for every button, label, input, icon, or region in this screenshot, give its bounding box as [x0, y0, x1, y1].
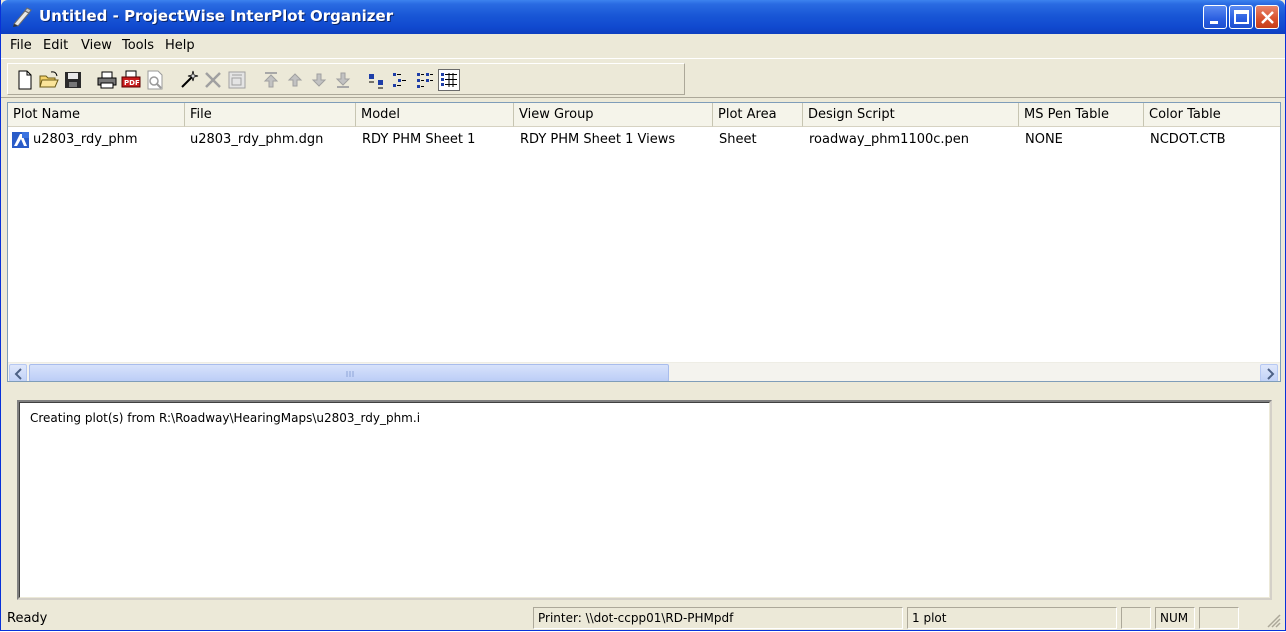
cell-ms-pen-table: NONE	[1025, 132, 1063, 147]
cell-view-group: RDY PHM Sheet 1 Views	[520, 132, 676, 147]
plot-list[interactable]: Plot Name File Model View Group Plot Are…	[7, 102, 1281, 382]
menu-help[interactable]: Help	[165, 38, 195, 53]
toolbar-band: PDF	[7, 63, 685, 95]
scroll-thumb[interactable]	[29, 364, 669, 381]
cell-file: u2803_rdy_phm.dgn	[190, 132, 324, 147]
status-plot-count: 1 plot	[907, 607, 1117, 629]
col-design-script[interactable]: Design Script	[803, 103, 1019, 127]
scroll-right-button[interactable]	[1260, 364, 1278, 381]
close-button[interactable]	[1255, 5, 1279, 29]
move-bottom-icon[interactable]	[332, 69, 354, 91]
properties-icon[interactable]	[226, 69, 248, 91]
status-num: NUM	[1155, 607, 1195, 629]
new-icon[interactable]	[14, 69, 36, 91]
cell-design-script: roadway_phm1100c.pen	[809, 132, 970, 147]
plot-icon	[12, 131, 30, 149]
minimize-button[interactable]	[1203, 5, 1227, 29]
cell-plot-name: u2803_rdy_phm	[33, 132, 138, 147]
status-ready: Ready	[7, 611, 48, 626]
status-bar: Ready Printer: \\dot-ccpp01\RD-PHMpdf 1 …	[1, 604, 1285, 630]
maximize-button[interactable]	[1229, 5, 1253, 29]
move-up-icon[interactable]	[284, 69, 306, 91]
print-icon[interactable]	[96, 69, 118, 91]
scroll-left-button[interactable]	[9, 364, 27, 381]
pdf-icon[interactable]: PDF	[120, 69, 142, 91]
status-empty-pane-2	[1199, 607, 1239, 629]
cell-plot-area: Sheet	[719, 132, 757, 147]
menu-bar: File Edit View Tools Help	[1, 34, 1285, 58]
preview-icon[interactable]	[144, 69, 166, 91]
save-icon[interactable]	[62, 69, 84, 91]
menu-edit[interactable]: Edit	[43, 38, 68, 53]
output-pane[interactable]: Creating plot(s) from R:\Roadway\Hearing…	[17, 400, 1272, 600]
cell-color-table: NCDOT.CTB	[1150, 132, 1226, 147]
window-title: Untitled - ProjectWise InterPlot Organiz…	[39, 7, 394, 25]
menu-file[interactable]: File	[10, 38, 32, 53]
delete-icon[interactable]	[202, 69, 224, 91]
col-view-group[interactable]: View Group	[514, 103, 713, 127]
output-message: Creating plot(s) from R:\Roadway\Hearing…	[30, 411, 421, 425]
menu-view[interactable]: View	[81, 38, 112, 53]
toolbar: PDF	[1, 58, 1285, 98]
list-icon[interactable]	[414, 69, 436, 91]
title-bar[interactable]: Untitled - ProjectWise InterPlot Organiz…	[1, 0, 1285, 34]
horizontal-scrollbar[interactable]	[8, 362, 1280, 381]
output-frame: Creating plot(s) from R:\Roadway\Hearing…	[19, 402, 1270, 598]
col-color-table[interactable]: Color Table	[1144, 103, 1280, 127]
col-file[interactable]: File	[185, 103, 356, 127]
wand-icon[interactable]	[178, 69, 200, 91]
cell-model: RDY PHM Sheet 1	[362, 132, 476, 147]
col-ms-pen-table[interactable]: MS Pen Table	[1019, 103, 1144, 127]
open-icon[interactable]	[38, 69, 60, 91]
grip-icon	[346, 371, 354, 377]
resize-grip-icon[interactable]	[1265, 612, 1281, 628]
menu-tools[interactable]: Tools	[122, 38, 154, 53]
move-down-icon[interactable]	[308, 69, 330, 91]
small-icons-icon[interactable]	[390, 69, 412, 91]
svg-text:PDF: PDF	[124, 79, 140, 87]
col-model[interactable]: Model	[356, 103, 514, 127]
large-icons-icon[interactable]	[366, 69, 388, 91]
status-printer: Printer: \\dot-ccpp01\RD-PHMpdf	[533, 607, 903, 629]
details-icon[interactable]	[438, 69, 460, 91]
app-window: Untitled - ProjectWise InterPlot Organiz…	[0, 0, 1286, 631]
col-plot-name[interactable]: Plot Name	[8, 103, 185, 127]
status-empty-pane	[1121, 607, 1151, 629]
col-plot-area[interactable]: Plot Area	[713, 103, 803, 127]
app-icon	[11, 7, 33, 27]
move-top-icon[interactable]	[260, 69, 282, 91]
